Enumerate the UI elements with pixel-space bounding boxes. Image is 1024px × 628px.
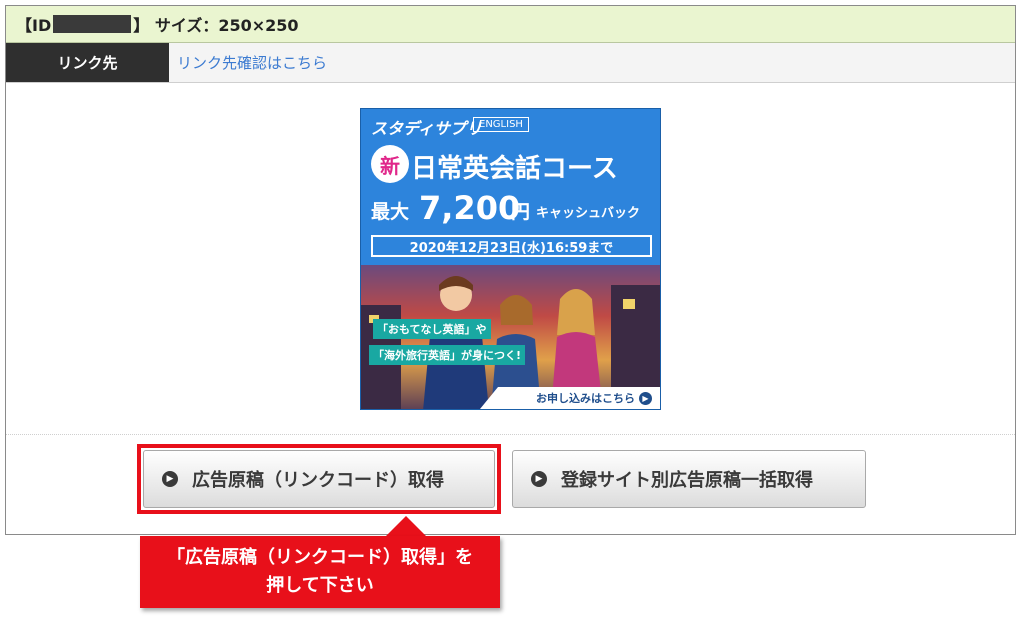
banner-cta[interactable]: お申し込みはこちら ▶ (480, 387, 660, 409)
instruction-callout: 「広告原稿（リンクコード）取得」を 押して下さい (140, 536, 500, 608)
ad-header: 【ID 】 サイズ：250×250 (6, 6, 1015, 43)
bulk-get-label: 登録サイト別広告原稿一括取得 (561, 470, 813, 491)
banner-area: スタディサプリ ENGLISH 新 日常英会話コース 最大 7,200 円 キャ… (6, 84, 1015, 434)
banner-cashback-prefix: 最大 (371, 201, 410, 223)
banner-deadline: 2020年12月23日(水)16:59まで (371, 235, 652, 257)
banner-brand: スタディサプリ (371, 119, 482, 138)
section-divider (6, 434, 1015, 435)
bulk-get-button[interactable]: ▶ 登録サイト別広告原稿一括取得 (512, 450, 866, 508)
link-confirm[interactable]: リンク先確認はこちら (177, 52, 327, 73)
banner-cashback-unit: 円 (511, 201, 531, 223)
header-id-prefix: 【ID (16, 16, 52, 35)
callout-pointer (386, 516, 426, 536)
link-label: リンク先 (6, 43, 169, 82)
callout-line-1: 「広告原稿（リンクコード）取得」を (167, 547, 473, 568)
header-size: 】 サイズ：250×250 (133, 16, 299, 35)
banner-new-badge: 新 (371, 145, 409, 183)
banner-point-2: 「海外旅行英語」が身につく! (369, 345, 526, 365)
callout-line-2: 押して下さい (266, 575, 374, 596)
link-row: リンク先 リンク先確認はこちら (6, 43, 1015, 83)
banner-cashback-amount: 7,200 (419, 189, 521, 227)
id-redacted (53, 15, 132, 33)
chevron-right-icon: ▶ (639, 391, 652, 405)
ad-banner[interactable]: スタディサプリ ENGLISH 新 日常英会話コース 最大 7,200 円 キャ… (360, 108, 661, 410)
banner-point-1: 「おもてなし英語」や (373, 319, 491, 339)
banner-brand-tag: ENGLISH (473, 117, 529, 132)
highlight-frame (137, 444, 501, 514)
banner-course: 日常英会話コース (411, 154, 618, 184)
chevron-right-icon: ▶ (531, 471, 547, 487)
banner-cashback-suffix: キャッシュバック (536, 206, 641, 221)
link-value-cell: リンク先確認はこちら (169, 43, 1015, 82)
banner-cta-label: お申し込みはこちら (536, 392, 635, 405)
